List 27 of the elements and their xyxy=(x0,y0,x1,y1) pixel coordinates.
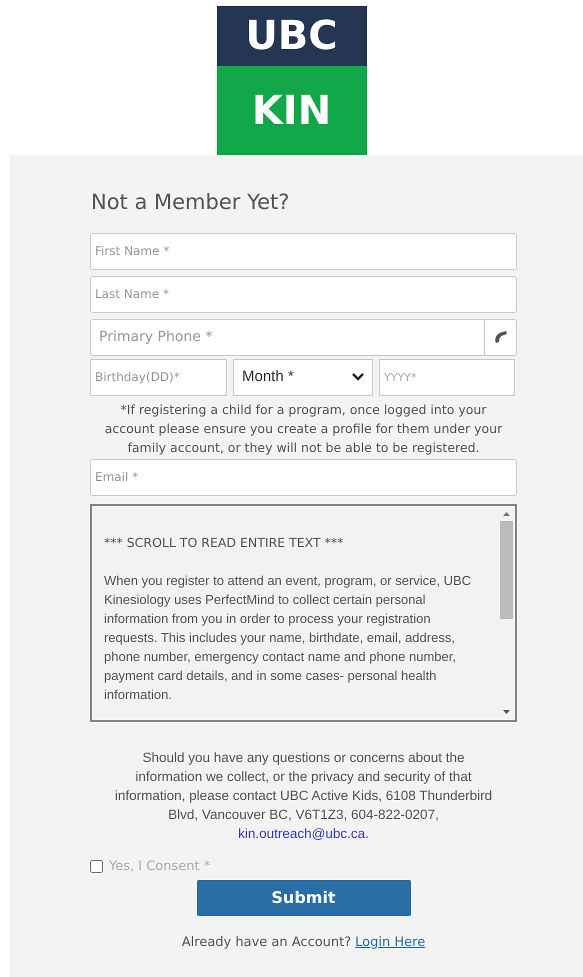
terms-title: *** SCROLL TO READ ENTIRE TEXT *** xyxy=(104,534,344,552)
consent-label: Yes, I Consent * xyxy=(109,858,210,876)
terms-text: When you register to attend an event, program, or service, UBC Kinesiology uses PerfectMind to collect certain personal information from you in order to process your registration requests. This includes your name, birthdate, email, address, phone number, emergency contact name and phone number, payment card details, and in some cases- personal health information. xyxy=(104,572,472,704)
submit-button[interactable]: Submit xyxy=(196,880,410,916)
scrollbar-thumb[interactable] xyxy=(500,520,513,618)
phone-field[interactable]: Primary Phone * xyxy=(90,318,485,356)
birthday-day-field[interactable]: Birthday(DD)* xyxy=(90,358,227,396)
scroll-down-icon xyxy=(503,710,510,714)
email-field[interactable]: Email * xyxy=(90,458,517,496)
month-select[interactable]: Month * xyxy=(233,358,373,396)
login-prompt: Already have an Account? xyxy=(182,934,352,952)
text-field[interactable]: Last Name * xyxy=(90,276,517,312)
consent-checkbox[interactable] xyxy=(90,860,103,873)
email-link[interactable]: kin.outreach@ubc.ca. xyxy=(238,826,369,840)
logo-text: KIN xyxy=(216,66,366,155)
child-registration-note: *If registering a child for a program, once logged into your account please ensure you create a profile for them under your family account, or they will not be able to be registered. xyxy=(104,400,504,456)
phone-icon xyxy=(492,329,508,345)
text-field[interactable]: First Name * xyxy=(90,232,517,270)
form-heading: Not a Member Yet? xyxy=(91,189,290,216)
login-link[interactable]: Login Here xyxy=(355,933,426,952)
terms-textarea[interactable] xyxy=(90,504,517,722)
birthday-year-field[interactable]: YYYY* xyxy=(379,358,515,396)
chevron-down-icon xyxy=(352,373,364,381)
phone-button[interactable] xyxy=(485,318,517,356)
scroll-up-icon xyxy=(503,512,510,516)
contact-paragraph: Should you have any questions or concerns about the information we collect, or the privacy and security of that information, please contact UBC Active Kids, 6108 Thunderbird Blvd, Vancouver BC, V6T1Z3, 604-822-0207, kin.outreach@ubc.ca. xyxy=(114,748,494,842)
logo-text: UBC xyxy=(216,6,366,66)
